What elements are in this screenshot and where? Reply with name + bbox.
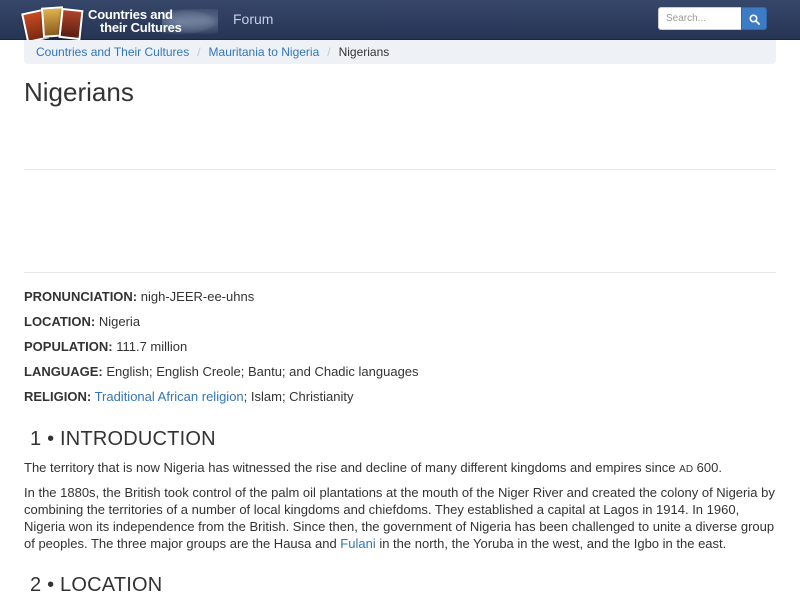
fact-label: RELIGION: (24, 389, 92, 404)
fact-value: Nigeria (95, 314, 141, 329)
section-heading-location: 2 • LOCATION (30, 574, 163, 594)
fact-language: LANGUAGE: English; English Creole; Bantu… (24, 364, 784, 389)
intro-paragraph-2: In the 1880s, the British took control o… (24, 484, 780, 552)
breadcrumb-link-mauritania-to-nigeria[interactable]: Mauritania to Nigeria (209, 45, 320, 59)
site-logo[interactable]: Countries and their Cultures (21, 3, 218, 45)
fact-value: nigh-JEER-ee-uhns (137, 289, 255, 304)
breadcrumb: Countries and Their Cultures / Mauritania … (24, 40, 776, 64)
fact-pronunciation: PRONUNCIATION: nigh-JEER-ee-uhns (24, 289, 784, 314)
ad-area (24, 169, 776, 273)
fact-value: 111.7 million (112, 339, 188, 354)
logo-image-collage (21, 3, 86, 45)
fact-label: POPULATION: (24, 339, 113, 354)
breadcrumb-current: Nigerians (338, 45, 390, 59)
era-abbreviation: AD (679, 464, 694, 475)
link-fulani[interactable]: Fulani (340, 536, 375, 551)
breadcrumb-separator: / (197, 45, 201, 59)
fact-population: POPULATION: 111.7 million (24, 339, 784, 364)
fact-label: LOCATION: (24, 314, 96, 329)
link-traditional-african-religion[interactable]: Traditional African religion (95, 389, 244, 404)
fact-value: ; Islam; Christianity (243, 389, 354, 404)
fact-label: PRONUNCIATION: (24, 289, 138, 304)
breadcrumb-separator: / (327, 45, 331, 59)
paragraph-text: in the north, the Yoruba in the west, an… (375, 536, 727, 551)
logo-text-line2: their Cultures (100, 20, 182, 35)
search-input[interactable] (658, 7, 742, 30)
nav-link-forum[interactable]: Forum (233, 11, 273, 27)
logo-tile (58, 7, 84, 41)
quick-facts: PRONUNCIATION: nigh-JEER-ee-uhns LOCATIO… (24, 289, 784, 414)
page-title: Nigerians (24, 77, 134, 107)
breadcrumb-link-countries[interactable]: Countries and Their Cultures (36, 45, 189, 59)
logo-text: Countries and their Cultures (88, 8, 182, 34)
search-form (658, 7, 768, 30)
fact-location: LOCATION: Nigeria (24, 314, 784, 339)
fact-religion: RELIGION: Traditional African religion; … (24, 389, 784, 414)
fact-label: LANGUAGE: (24, 364, 103, 379)
paragraph-text: 600. (693, 460, 722, 475)
search-button[interactable] (741, 7, 767, 30)
section-heading-introduction: 1 • INTRODUCTION (30, 428, 216, 450)
fact-value: English; English Creole; Bantu; and Chad… (102, 364, 419, 379)
top-navbar: Countries and their Cultures Forum (0, 0, 800, 43)
intro-paragraph-1: The territory that is now Nigeria has wi… (24, 459, 780, 478)
search-icon (749, 14, 760, 25)
paragraph-text: The territory that is now Nigeria has wi… (24, 460, 680, 475)
